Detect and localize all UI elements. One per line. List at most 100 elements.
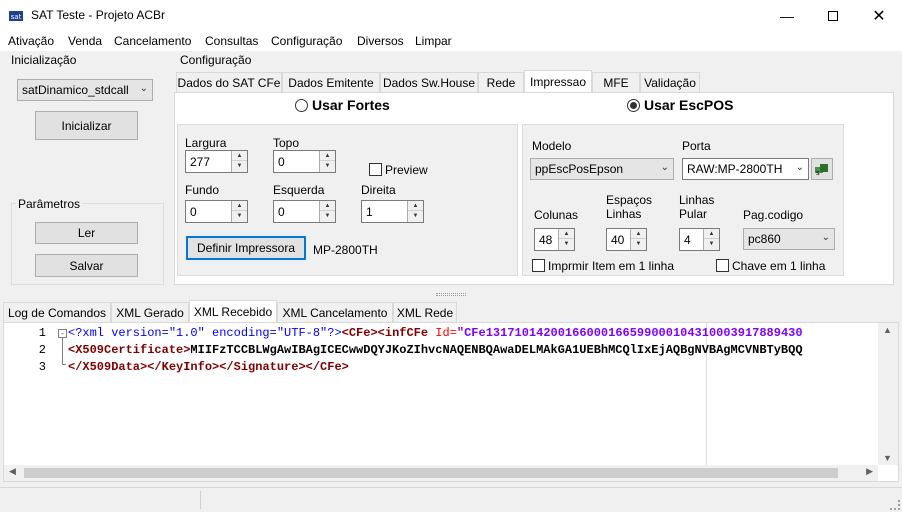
tab-log-comandos[interactable]: Log de Comandos [3,302,111,322]
xml-tag: </KeyInfo> [147,360,220,374]
code-line-2: <X509Certificate>MIIFzTCCBLWgAwIBAgICECw… [68,343,878,357]
esquerda-spinner[interactable]: 0 ▲ ▼ [273,200,336,223]
tab-mfe[interactable]: MFE [592,72,640,92]
svg-text:s: s [816,169,820,176]
vertical-scrollbar[interactable]: ▲ ▼ [878,323,898,465]
spin-up-icon[interactable]: ▲ [408,201,423,211]
preview-label: Preview [385,163,428,177]
linhas-label-1: Linhas [679,193,715,207]
maximize-button[interactable] [810,0,856,31]
spin-down-icon[interactable]: ▼ [232,211,247,221]
tab-xml-cancelamento[interactable]: XML Cancelamento [277,302,393,322]
close-button[interactable]: ✕ [856,0,902,31]
tab-validacao[interactable]: Validação [640,72,700,92]
fundo-label: Fundo [185,183,220,197]
usar-fortes-radio[interactable] [295,99,308,112]
spin-up-icon[interactable]: ▲ [704,229,719,239]
svg-text:sat: sat [11,13,22,21]
porta-select[interactable]: RAW:MP-2800TH ⌄ [682,158,809,180]
fundo-spinner[interactable]: 0 ▲ ▼ [185,200,248,223]
spin-down-icon[interactable]: ▼ [320,161,335,171]
spin-up-icon[interactable]: ▲ [631,229,646,239]
tab-xml-rede[interactable]: XML Rede [393,302,457,322]
linhas-spinner[interactable]: 4 ▲ ▼ [679,228,720,251]
scroll-thumb[interactable] [24,468,838,478]
menu-venda[interactable]: Venda [68,34,102,48]
direita-spinner[interactable]: 1 ▲ ▼ [361,200,424,223]
menu-configuracao[interactable]: Configuração [271,34,342,48]
spin-up-icon[interactable]: ▲ [320,151,335,161]
menu-ativacao[interactable]: Ativação [8,34,54,48]
spin-down-icon[interactable]: ▼ [559,239,574,249]
xml-tag: </CFe> [305,360,349,374]
colunas-spinner[interactable]: 48 ▲ ▼ [534,228,575,251]
spin-down-icon[interactable]: ▼ [408,211,423,221]
usar-escpos-radio[interactable] [627,99,640,112]
largura-label: Largura [185,136,227,150]
espacos-label-1: Espaços [606,193,653,207]
spin-down-icon[interactable]: ▼ [631,239,646,249]
scroll-down-icon[interactable]: ▼ [883,453,892,463]
scroll-left-icon[interactable]: ◀ [9,466,16,477]
modelo-label: Modelo [532,139,572,153]
chevron-down-icon: ⌄ [139,83,148,94]
close-icon: ✕ [872,7,886,25]
colunas-value: 48 [539,233,553,247]
splitter-grip[interactable] [436,293,466,296]
lib-select[interactable]: satDinamico_stdcall ⌄ [17,79,153,101]
espacos-label-2: Linhas [606,207,642,221]
menu-diversos[interactable]: Diversos [357,34,404,48]
largura-spinner[interactable]: 277 ▲ ▼ [185,150,248,173]
menu-limpar[interactable]: Limpar [415,34,452,48]
spin-down-icon[interactable]: ▼ [320,211,335,221]
app-icon: sat [9,11,23,21]
maximize-icon [828,10,838,21]
code-line-3: </X509Data></KeyInfo></Signature></CFe> [68,360,878,374]
menu-cancelamento[interactable]: Cancelamento [114,34,191,48]
tab-dados-emitente[interactable]: Dados Emitente [282,72,380,92]
line-number: 1 [38,326,46,340]
scroll-up-icon[interactable]: ▲ [883,325,892,335]
tab-dados-sat-cfe[interactable]: Dados do SAT CFe [176,72,282,92]
tab-xml-recebido[interactable]: XML Recebido [189,300,277,322]
modelo-select[interactable]: ppEscPosEpson ⌄ [530,158,674,180]
scroll-right-icon[interactable]: ▶ [866,466,873,477]
pagcod-select[interactable]: pc860 ⌄ [743,228,835,250]
porta-search-button[interactable]: s [811,158,833,180]
spin-up-icon[interactable]: ▲ [320,201,335,211]
topo-spinner[interactable]: 0 ▲ ▼ [273,150,336,173]
fold-minus-icon[interactable]: - [58,329,67,338]
spin-up-icon[interactable]: ▲ [232,201,247,211]
minimize-button[interactable]: — [764,0,810,31]
lib-select-value: satDinamico_stdcall [22,83,129,97]
xml-tag: <CFe> [341,326,378,340]
tab-impressao[interactable]: Impressao [524,70,592,92]
espacos-spinner[interactable]: 40 ▲ ▼ [606,228,647,251]
ler-button[interactable]: Ler [35,222,138,244]
spin-up-icon[interactable]: ▲ [559,229,574,239]
esquerda-label: Esquerda [273,183,325,197]
menu-bar: Ativação Venda Cancelamento Consultas Co… [0,31,902,51]
menu-consultas[interactable]: Consultas [205,34,258,48]
colunas-label: Colunas [534,208,579,222]
tab-rede[interactable]: Rede [478,72,524,92]
definir-impressora-button[interactable]: Definir Impressora [186,236,306,260]
code-line-1: <?xml version="1.0" encoding="UTF-8"?><C… [68,326,878,340]
spin-down-icon[interactable]: ▼ [232,161,247,171]
tab-dados-sw-house[interactable]: Dados Sw.House [380,72,478,92]
modelo-value: ppEscPosEpson [535,162,624,176]
spin-up-icon[interactable]: ▲ [232,151,247,161]
resize-grip-icon[interactable] [890,500,900,510]
spin-down-icon[interactable]: ▼ [704,239,719,249]
preview-checkbox[interactable] [369,163,382,176]
salvar-button[interactable]: Salvar [35,254,138,277]
line-number: 2 [38,343,46,357]
printer-name: MP-2800TH [313,243,378,257]
usar-fortes-label: Usar Fortes [312,97,390,113]
chave-linha-checkbox[interactable] [716,259,729,272]
chevron-down-icon: ⌄ [821,232,830,243]
tab-xml-gerado[interactable]: XML Gerado [111,302,189,322]
item-linha-checkbox[interactable] [532,259,545,272]
inicializar-button[interactable]: Inicializar [35,111,138,140]
horizontal-scrollbar[interactable]: ◀ ▶ [4,465,878,481]
